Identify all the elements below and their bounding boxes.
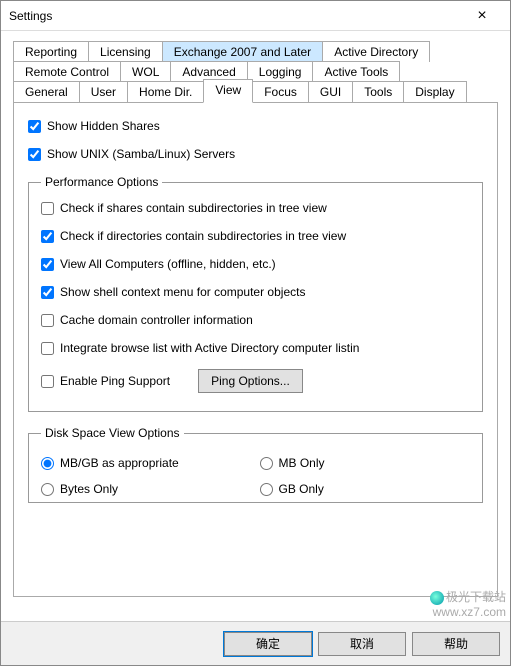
tab-licensing[interactable]: Licensing xyxy=(88,41,163,62)
radio-label: MB/GB as appropriate xyxy=(60,456,179,470)
tab-user[interactable]: User xyxy=(79,81,128,103)
dialog-button-bar: 确定 取消 帮助 xyxy=(1,621,510,665)
tab-focus[interactable]: Focus xyxy=(252,81,309,103)
tab-tools[interactable]: Tools xyxy=(352,81,404,103)
help-button[interactable]: 帮助 xyxy=(412,632,500,656)
radio-gb-only[interactable]: GB Only xyxy=(260,482,471,496)
checkbox-cache-domain-controller[interactable]: Cache domain controller information xyxy=(41,313,470,327)
tab-view[interactable]: View xyxy=(203,79,253,103)
title-bar: Settings × xyxy=(1,1,510,31)
checkbox-input[interactable] xyxy=(28,120,41,133)
checkbox-label: Show shell context menu for computer obj… xyxy=(60,285,305,299)
checkbox-view-all-computers[interactable]: View All Computers (offline, hidden, etc… xyxy=(41,257,470,271)
checkbox-input[interactable] xyxy=(41,342,54,355)
checkbox-input[interactable] xyxy=(41,286,54,299)
checkbox-input[interactable] xyxy=(41,375,54,388)
tab-active-tools[interactable]: Active Tools xyxy=(312,61,400,82)
tab-remote-control[interactable]: Remote Control xyxy=(13,61,121,82)
close-icon[interactable]: × xyxy=(462,7,502,25)
radio-input[interactable] xyxy=(260,483,273,496)
checkbox-check-shares-subdirs[interactable]: Check if shares contain subdirectories i… xyxy=(41,201,470,215)
tab-general[interactable]: General xyxy=(13,81,80,103)
checkbox-show-unix-servers[interactable]: Show UNIX (Samba/Linux) Servers xyxy=(28,147,483,161)
checkbox-input[interactable] xyxy=(28,148,41,161)
radio-mb-gb-as-appropriate[interactable]: MB/GB as appropriate xyxy=(41,456,252,470)
checkbox-input[interactable] xyxy=(41,258,54,271)
checkbox-label: Show UNIX (Samba/Linux) Servers xyxy=(47,147,235,161)
checkbox-label: Integrate browse list with Active Direct… xyxy=(60,341,359,355)
checkbox-input[interactable] xyxy=(41,202,54,215)
radio-label: GB Only xyxy=(279,482,324,496)
group-performance-options: Performance Options Check if shares cont… xyxy=(28,175,483,412)
tab-exchange-2007-and-later[interactable]: Exchange 2007 and Later xyxy=(162,41,323,62)
group-label: Disk Space View Options xyxy=(41,426,184,440)
checkbox-integrate-browse-list[interactable]: Integrate browse list with Active Direct… xyxy=(41,341,470,355)
checkbox-show-hidden-shares[interactable]: Show Hidden Shares xyxy=(28,119,483,133)
cancel-button[interactable]: 取消 xyxy=(318,632,406,656)
checkbox-label: Show Hidden Shares xyxy=(47,119,160,133)
radio-label: MB Only xyxy=(279,456,325,470)
tab-display[interactable]: Display xyxy=(403,81,466,103)
tab-strip: ReportingLicensingExchange 2007 and Late… xyxy=(13,41,498,102)
radio-bytes-only[interactable]: Bytes Only xyxy=(41,482,252,496)
tab-gui[interactable]: GUI xyxy=(308,81,353,103)
radio-input[interactable] xyxy=(41,457,54,470)
radio-mb-only[interactable]: MB Only xyxy=(260,456,471,470)
checkbox-label: Check if shares contain subdirectories i… xyxy=(60,201,327,215)
checkbox-label: Check if directories contain subdirector… xyxy=(60,229,346,243)
checkbox-label: View All Computers (offline, hidden, etc… xyxy=(60,257,276,271)
tab-panel-view: Show Hidden Shares Show UNIX (Samba/Linu… xyxy=(13,102,498,597)
checkbox-label: Cache domain controller information xyxy=(60,313,253,327)
radio-input[interactable] xyxy=(41,483,54,496)
radio-input[interactable] xyxy=(260,457,273,470)
group-label: Performance Options xyxy=(41,175,162,189)
group-disk-space-view-options: Disk Space View Options MB/GB as appropr… xyxy=(28,426,483,503)
content-area: ReportingLicensingExchange 2007 and Late… xyxy=(1,31,510,597)
radio-label: Bytes Only xyxy=(60,482,118,496)
watermark-url: www.xz7.com xyxy=(430,605,506,619)
tab-reporting[interactable]: Reporting xyxy=(13,41,89,62)
checkbox-enable-ping[interactable]: Enable Ping Support xyxy=(41,374,170,388)
checkbox-input[interactable] xyxy=(41,314,54,327)
ping-options-button[interactable]: Ping Options... xyxy=(198,369,303,393)
checkbox-input[interactable] xyxy=(41,230,54,243)
ok-button[interactable]: 确定 xyxy=(224,632,312,656)
window-title: Settings xyxy=(9,9,462,23)
checkbox-check-dirs-subdirs[interactable]: Check if directories contain subdirector… xyxy=(41,229,470,243)
checkbox-label: Enable Ping Support xyxy=(60,374,170,388)
tab-wol[interactable]: WOL xyxy=(120,61,171,82)
tab-active-directory[interactable]: Active Directory xyxy=(322,41,430,62)
checkbox-show-shell-context[interactable]: Show shell context menu for computer obj… xyxy=(41,285,470,299)
tab-home-dir-[interactable]: Home Dir. xyxy=(127,81,204,103)
tab-logging[interactable]: Logging xyxy=(247,61,314,82)
